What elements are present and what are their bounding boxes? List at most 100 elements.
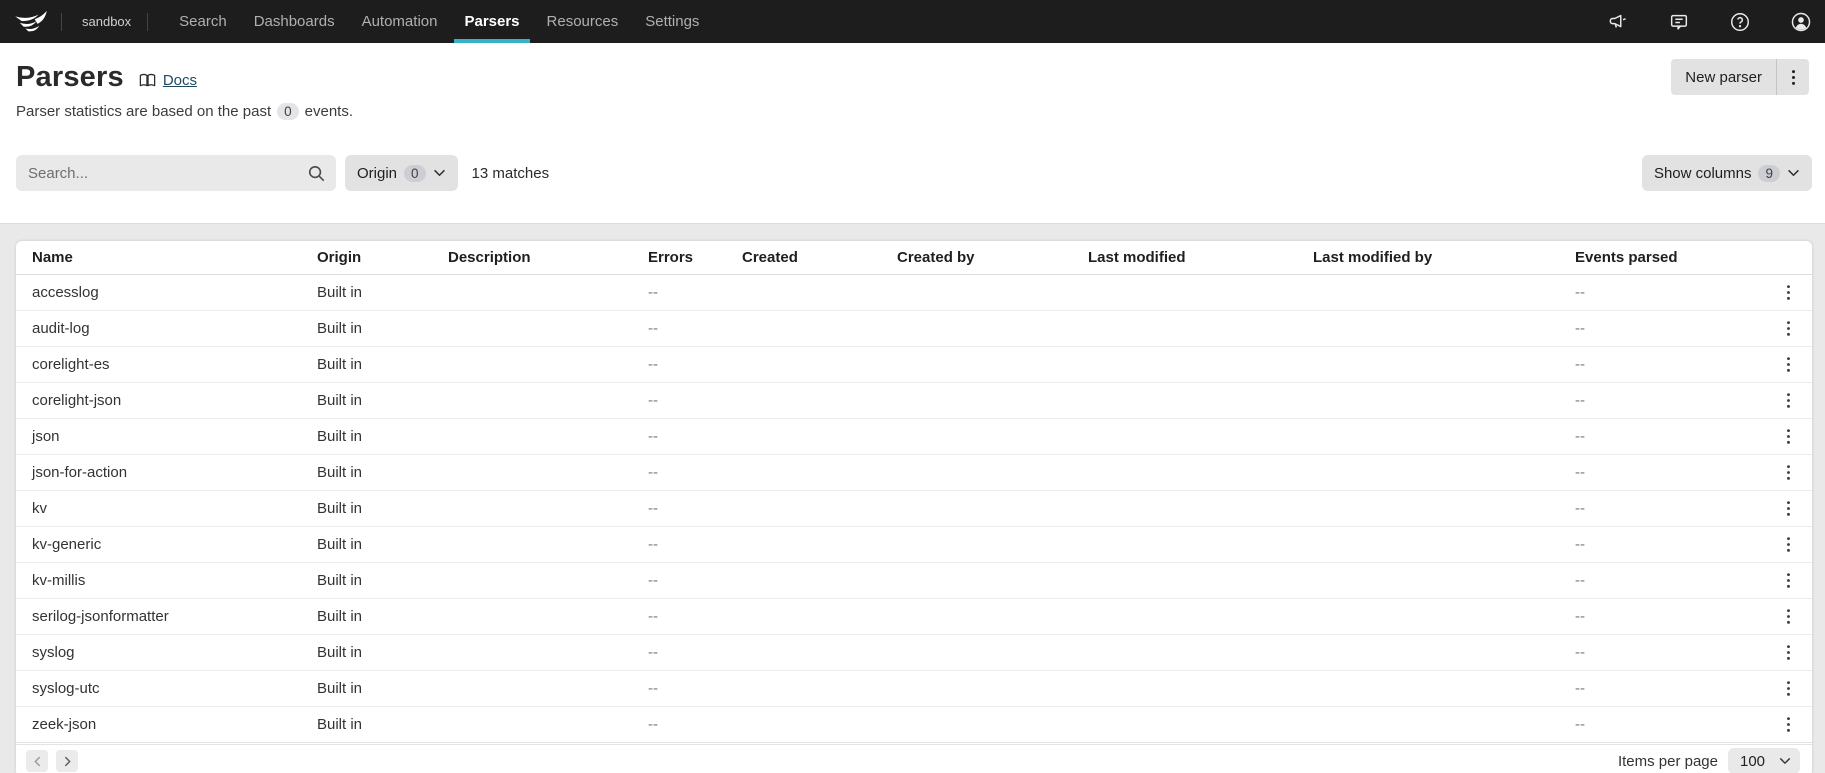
user-avatar[interactable] [1790, 11, 1812, 33]
row-actions-kebab-button[interactable] [1774, 567, 1802, 595]
table-row[interactable]: serilog-jsonformatter Built in -- -- [16, 599, 1812, 635]
cell-origin: Built in [317, 500, 448, 517]
search-icon [307, 164, 326, 183]
origin-filter-dropdown[interactable]: Origin 0 [345, 155, 458, 191]
search-input[interactable] [28, 165, 307, 182]
row-actions-kebab-button[interactable] [1774, 639, 1802, 667]
previous-page-button[interactable] [26, 750, 48, 772]
table-row[interactable]: json-for-action Built in -- -- [16, 455, 1812, 491]
column-header-last-modified[interactable]: Last modified [1088, 249, 1313, 266]
announcements-icon[interactable] [1607, 11, 1629, 33]
help-icon[interactable] [1729, 11, 1751, 33]
cell-origin: Built in [317, 392, 448, 409]
table-row[interactable]: audit-log Built in -- -- [16, 311, 1812, 347]
kebab-icon [1786, 320, 1791, 337]
subtitle-prefix: Parser statistics are based on the past [16, 103, 271, 120]
row-actions-kebab-button[interactable] [1774, 531, 1802, 559]
cell-events-parsed: -- [1575, 392, 1764, 409]
kebab-icon [1786, 500, 1791, 517]
table-row[interactable]: syslog Built in -- -- [16, 635, 1812, 671]
show-columns-dropdown[interactable]: Show columns 9 [1642, 155, 1812, 191]
nav-right-icons [1607, 0, 1825, 43]
matches-count: 13 matches [472, 165, 550, 182]
table-row[interactable]: accesslog Built in -- -- [16, 275, 1812, 311]
header-kebab-menu-button[interactable] [1777, 59, 1809, 95]
column-header-origin[interactable]: Origin [317, 249, 448, 266]
cell-origin: Built in [317, 572, 448, 589]
cell-name: corelight-es [32, 356, 317, 373]
new-parser-button-group: New parser [1671, 59, 1809, 95]
table-row[interactable]: corelight-es Built in -- -- [16, 347, 1812, 383]
cell-errors: -- [648, 500, 742, 517]
column-header-description[interactable]: Description [448, 249, 648, 266]
row-actions-kebab-button[interactable] [1774, 459, 1802, 487]
nav-tab-dashboards[interactable]: Dashboards [244, 0, 345, 43]
row-actions-kebab-button[interactable] [1774, 495, 1802, 523]
table-row[interactable]: kv-millis Built in -- -- [16, 563, 1812, 599]
row-actions-kebab-button[interactable] [1774, 423, 1802, 451]
nav-tab-automation[interactable]: Automation [352, 0, 448, 43]
cell-name: syslog-utc [32, 680, 317, 697]
cell-origin: Built in [317, 716, 448, 733]
feedback-icon[interactable] [1668, 11, 1690, 33]
crowdstrike-falcon-logo[interactable] [14, 0, 50, 43]
column-header-created[interactable]: Created [742, 249, 897, 266]
next-page-button[interactable] [56, 750, 78, 772]
chevron-down-icon [1779, 757, 1791, 765]
row-actions-kebab-button[interactable] [1774, 279, 1802, 307]
docs-link-label[interactable]: Docs [163, 72, 197, 89]
row-actions-kebab-button[interactable] [1774, 387, 1802, 415]
subtitle-suffix: events. [305, 103, 353, 120]
cell-errors: -- [648, 284, 742, 301]
row-actions-kebab-button[interactable] [1774, 351, 1802, 379]
cell-origin: Built in [317, 284, 448, 301]
chevron-right-icon [64, 756, 71, 767]
kebab-icon [1786, 680, 1791, 697]
cell-errors: -- [648, 536, 742, 553]
table-row[interactable]: zeek-json Built in -- -- [16, 707, 1812, 743]
column-header-errors[interactable]: Errors [648, 249, 742, 266]
row-actions-kebab-button[interactable] [1774, 603, 1802, 631]
cell-origin: Built in [317, 608, 448, 625]
cell-events-parsed: -- [1575, 716, 1764, 733]
table-row[interactable]: syslog-utc Built in -- -- [16, 671, 1812, 707]
cell-events-parsed: -- [1575, 500, 1764, 517]
nav-tab-settings[interactable]: Settings [635, 0, 709, 43]
kebab-icon [1786, 428, 1791, 445]
cell-origin: Built in [317, 680, 448, 697]
cell-name: audit-log [32, 320, 317, 337]
repository-name[interactable]: sandbox [62, 0, 147, 43]
row-actions-kebab-button[interactable] [1774, 315, 1802, 343]
show-columns-count-badge: 9 [1758, 165, 1780, 182]
new-parser-button[interactable]: New parser [1671, 59, 1776, 95]
cell-events-parsed: -- [1575, 284, 1764, 301]
table-row[interactable]: kv-generic Built in -- -- [16, 527, 1812, 563]
row-actions-kebab-button[interactable] [1774, 675, 1802, 703]
nav-tab-search[interactable]: Search [169, 0, 237, 43]
nav-tabs: SearchDashboardsAutomationParsersResourc… [169, 0, 709, 43]
cell-name: zeek-json [32, 716, 317, 733]
cell-errors: -- [648, 608, 742, 625]
table-row[interactable]: json Built in -- -- [16, 419, 1812, 455]
column-header-created-by[interactable]: Created by [897, 249, 1088, 266]
column-header-events-parsed[interactable]: Events parsed [1575, 249, 1764, 266]
items-per-page-label: Items per page [1618, 753, 1718, 770]
nav-tab-resources[interactable]: Resources [537, 0, 629, 43]
column-header-name[interactable]: Name [32, 249, 317, 266]
cell-name: kv-generic [32, 536, 317, 553]
origin-filter-label: Origin [357, 165, 397, 182]
row-actions-kebab-button[interactable] [1774, 711, 1802, 739]
items-per-page-select[interactable]: 100 [1728, 748, 1800, 773]
nav-divider [147, 13, 148, 31]
table-row[interactable]: corelight-json Built in -- -- [16, 383, 1812, 419]
nav-tab-parsers[interactable]: Parsers [454, 0, 529, 43]
parser-statistics-subtitle: Parser statistics are based on the past … [16, 101, 1809, 121]
cell-events-parsed: -- [1575, 644, 1764, 661]
kebab-icon [1786, 536, 1791, 553]
column-header-last-modified-by[interactable]: Last modified by [1313, 249, 1575, 266]
docs-link[interactable]: Docs [138, 71, 197, 90]
table-row[interactable]: kv Built in -- -- [16, 491, 1812, 527]
chevron-down-icon [1787, 169, 1800, 177]
cell-origin: Built in [317, 464, 448, 481]
cell-errors: -- [648, 356, 742, 373]
